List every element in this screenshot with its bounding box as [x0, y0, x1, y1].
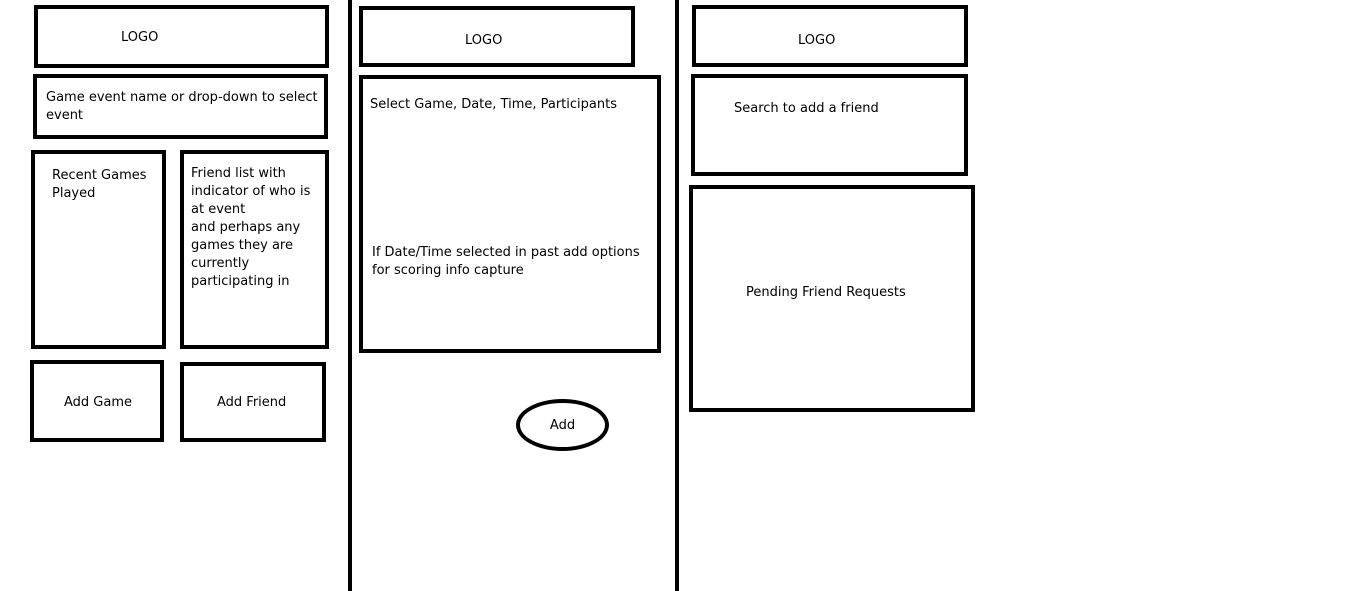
scoring-info-note: If Date/Time selected in past add option…: [372, 245, 640, 278]
screen2-logo-box: LOGO: [359, 6, 635, 67]
add-button-label: Add: [549, 417, 576, 433]
recent-games-text: Recent Games Played: [52, 168, 147, 201]
screen3-logo-text: LOGO: [798, 33, 836, 48]
add-button[interactable]: Add: [516, 399, 609, 451]
pending-requests-panel: Pending Friend Requests: [689, 185, 975, 412]
friend-list-panel: Friend list with indicator of who is at …: [180, 150, 329, 349]
friend-search-text: Search to add a friend: [734, 101, 879, 116]
add-game-button[interactable]: Add Game: [30, 360, 164, 442]
screen-divider-left: [348, 0, 352, 591]
friend-search-box[interactable]: Search to add a friend: [691, 74, 968, 176]
screen2-logo-text: LOGO: [465, 33, 503, 48]
pending-requests-text: Pending Friend Requests: [746, 285, 906, 300]
screen-divider-right: [675, 0, 679, 591]
game-details-form[interactable]: Select Game, Date, Time, Participants If…: [359, 75, 661, 353]
screen1-logo-text: LOGO: [121, 30, 159, 45]
screen1-logo-box: LOGO: [34, 5, 329, 68]
friend-list-text: Friend list with indicator of who is at …: [191, 166, 311, 289]
event-selector-text: Game event name or drop-down to select e…: [46, 90, 318, 123]
select-game-details-text: Select Game, Date, Time, Participants: [370, 97, 617, 112]
screen3-logo-box: LOGO: [692, 5, 968, 67]
add-friend-button[interactable]: Add Friend: [180, 362, 326, 442]
add-game-label: Add Game: [64, 395, 133, 410]
add-friend-label: Add Friend: [217, 395, 287, 410]
screen1-event-selector[interactable]: Game event name or drop-down to select e…: [33, 74, 328, 139]
recent-games-panel: Recent Games Played: [31, 150, 166, 349]
